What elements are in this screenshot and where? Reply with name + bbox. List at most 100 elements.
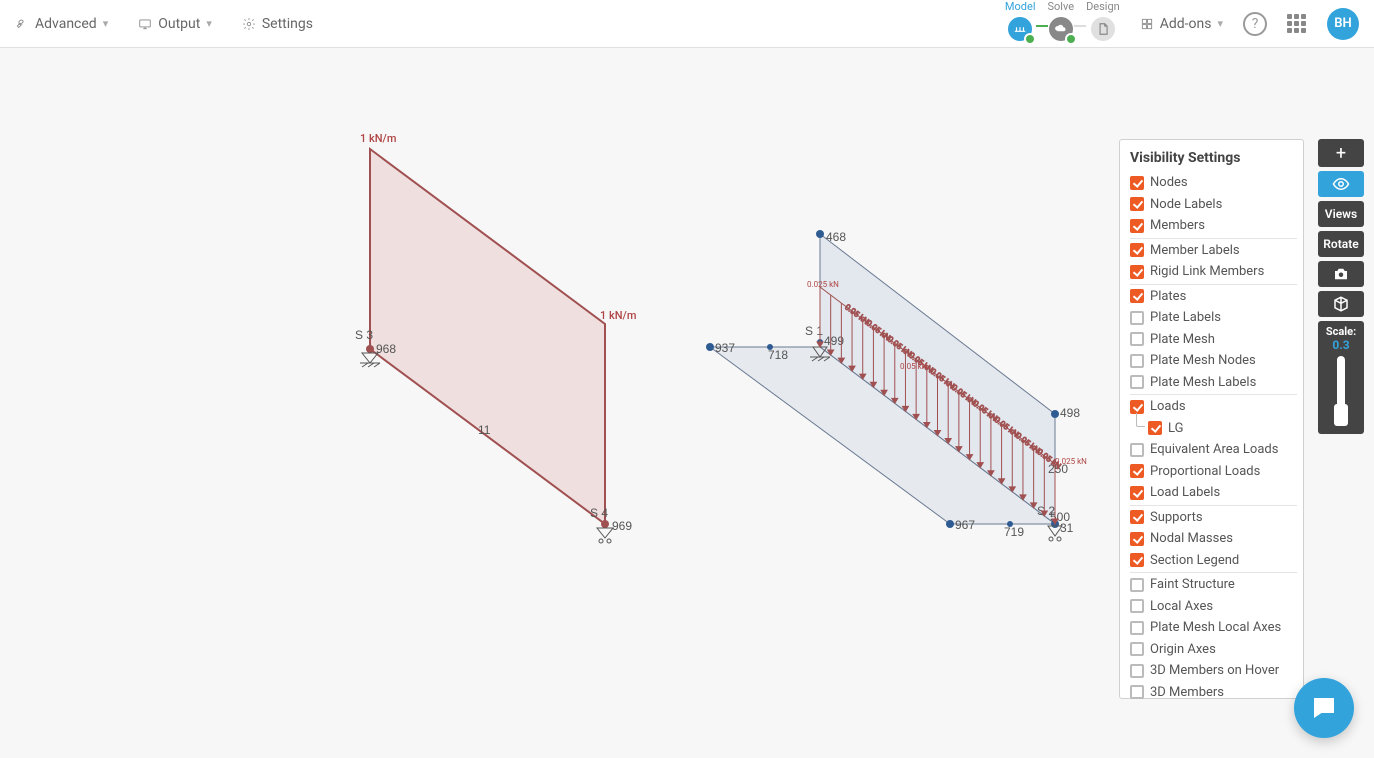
vis-item-label: Nodes	[1150, 173, 1188, 193]
vis-item-plate-mesh-local-axes[interactable]: Plate Mesh Local Axes	[1130, 617, 1297, 639]
node-label-31: 31	[1060, 521, 1074, 535]
rotate-button[interactable]: Rotate	[1318, 231, 1364, 257]
checkbox[interactable]	[1130, 332, 1144, 346]
help-button[interactable]: ?	[1243, 12, 1267, 36]
load-label-mid-right: 0.05 kN	[900, 362, 928, 371]
wrench-icon	[15, 17, 29, 31]
checkbox[interactable]	[1130, 311, 1144, 325]
advanced-menu[interactable]: Advanced ▾	[15, 16, 108, 32]
checkbox[interactable]	[1130, 197, 1144, 211]
checkbox[interactable]	[1130, 354, 1144, 368]
scale-slider[interactable]	[1337, 356, 1345, 426]
zoom-in-button[interactable]: +	[1318, 139, 1364, 167]
checkbox[interactable]	[1130, 685, 1144, 699]
advanced-label: Advanced	[35, 16, 97, 32]
vis-item-label: Plate Mesh Labels	[1150, 373, 1256, 393]
chevron-down-icon: ▾	[103, 17, 109, 30]
checkbox[interactable]	[1130, 486, 1144, 500]
plus-icon: +	[1336, 143, 1346, 164]
vis-item-rigid-link-members[interactable]: Rigid Link Members	[1130, 261, 1297, 285]
vis-item-3d-members[interactable]: 3D Members	[1130, 682, 1297, 704]
apps-menu[interactable]	[1287, 14, 1307, 34]
grid-icon	[1140, 17, 1154, 31]
vis-item-3d-members-on-hover[interactable]: 3D Members on Hover	[1130, 660, 1297, 682]
vis-item-section-legend[interactable]: Section Legend	[1130, 550, 1297, 574]
checkbox[interactable]	[1130, 532, 1144, 546]
checkbox[interactable]	[1130, 375, 1144, 389]
vis-item-plates[interactable]: Plates	[1130, 286, 1297, 308]
checkbox[interactable]	[1130, 578, 1144, 592]
vis-item-plate-labels[interactable]: Plate Labels	[1130, 307, 1297, 329]
visibility-title: Visibility Settings	[1130, 150, 1297, 166]
cube-icon	[1332, 295, 1350, 313]
checkbox[interactable]	[1130, 621, 1144, 635]
checkbox[interactable]	[1130, 176, 1144, 190]
vis-item-supports[interactable]: Supports	[1130, 507, 1297, 529]
vis-item-nodal-masses[interactable]: Nodal Masses	[1130, 528, 1297, 550]
vis-item-label: Nodal Masses	[1150, 529, 1233, 549]
vis-item-plate-mesh-labels[interactable]: Plate Mesh Labels	[1130, 372, 1297, 396]
checkbox[interactable]	[1148, 421, 1162, 435]
step-design[interactable]: Design	[1086, 1, 1120, 41]
vis-item-node-labels[interactable]: Node Labels	[1130, 194, 1297, 216]
checkbox[interactable]	[1130, 642, 1144, 656]
vis-item-local-axes[interactable]: Local Axes	[1130, 596, 1297, 618]
bridge-icon	[1013, 22, 1027, 36]
step-solve[interactable]: Solve	[1048, 1, 1075, 41]
vis-item-origin-axes[interactable]: Origin Axes	[1130, 639, 1297, 661]
vis-item-loads[interactable]: Loads	[1130, 396, 1297, 418]
checkbox[interactable]	[1130, 243, 1144, 257]
vis-item-label: LG	[1168, 419, 1183, 439]
checkbox[interactable]	[1130, 400, 1144, 414]
vis-item-lg[interactable]: LG	[1148, 418, 1297, 440]
user-avatar[interactable]: BH	[1327, 8, 1359, 40]
chat-icon	[1309, 693, 1339, 723]
slider-thumb[interactable]	[1334, 404, 1348, 426]
vis-item-label: Supports	[1150, 508, 1203, 528]
node-label-969: 969	[612, 519, 632, 533]
checkbox[interactable]	[1130, 553, 1144, 567]
output-menu[interactable]: Output ▾	[138, 16, 212, 32]
vis-item-members[interactable]: Members	[1130, 215, 1297, 239]
vis-item-faint-structure[interactable]: Faint Structure	[1130, 574, 1297, 596]
checkbox[interactable]	[1130, 265, 1144, 279]
view3d-button[interactable]	[1318, 291, 1364, 317]
screenshot-button[interactable]	[1318, 261, 1364, 287]
model-viewport[interactable]: 1 kN/m 1 kN/m S 3 968 S 4 969 11 468 498…	[0, 49, 1374, 758]
output-label: Output	[158, 16, 200, 32]
vis-item-load-labels[interactable]: Load Labels	[1130, 482, 1297, 506]
checkbox[interactable]	[1130, 289, 1144, 303]
vis-item-member-labels[interactable]: Member Labels	[1130, 240, 1297, 262]
vis-item-equivalent-area-loads[interactable]: Equivalent Area Loads	[1130, 439, 1297, 461]
document-icon	[1096, 22, 1110, 36]
vis-item-plate-mesh-nodes[interactable]: Plate Mesh Nodes	[1130, 350, 1297, 372]
step-connector	[1036, 25, 1048, 27]
vis-item-label: Equivalent Area Loads	[1150, 440, 1278, 460]
vis-item-nodes[interactable]: Nodes	[1130, 172, 1297, 194]
vis-item-proportional-loads[interactable]: Proportional Loads	[1130, 461, 1297, 483]
checkbox[interactable]	[1130, 599, 1144, 613]
vis-item-plate-mesh[interactable]: Plate Mesh	[1130, 329, 1297, 351]
checkbox[interactable]	[1130, 219, 1144, 233]
node-969	[601, 520, 609, 528]
member-label-11: 11	[478, 423, 491, 437]
checkbox[interactable]	[1130, 510, 1144, 524]
step-model[interactable]: Model	[1005, 1, 1036, 41]
scale-value: 0.3	[1318, 338, 1364, 352]
views-button[interactable]: Views	[1318, 201, 1364, 227]
addons-menu[interactable]: Add-ons ▾	[1140, 16, 1223, 32]
step-solve-label: Solve	[1048, 1, 1075, 15]
chat-button[interactable]	[1294, 678, 1354, 738]
checkbox[interactable]	[1130, 664, 1144, 678]
settings-menu[interactable]: Settings	[242, 16, 313, 32]
camera-icon	[1332, 265, 1350, 283]
node-label-967: 967	[955, 518, 975, 532]
checkbox[interactable]	[1130, 464, 1144, 478]
addons-label: Add-ons	[1160, 16, 1212, 32]
node-label-719: 719	[1004, 525, 1024, 539]
gear-icon	[242, 17, 256, 31]
checkbox[interactable]	[1130, 443, 1144, 457]
visibility-settings-panel: Visibility Settings NodesNode LabelsMemb…	[1119, 139, 1304, 699]
visibility-toggle-button[interactable]	[1318, 171, 1364, 197]
load-label-top-right: 0.025 kN	[807, 280, 839, 289]
